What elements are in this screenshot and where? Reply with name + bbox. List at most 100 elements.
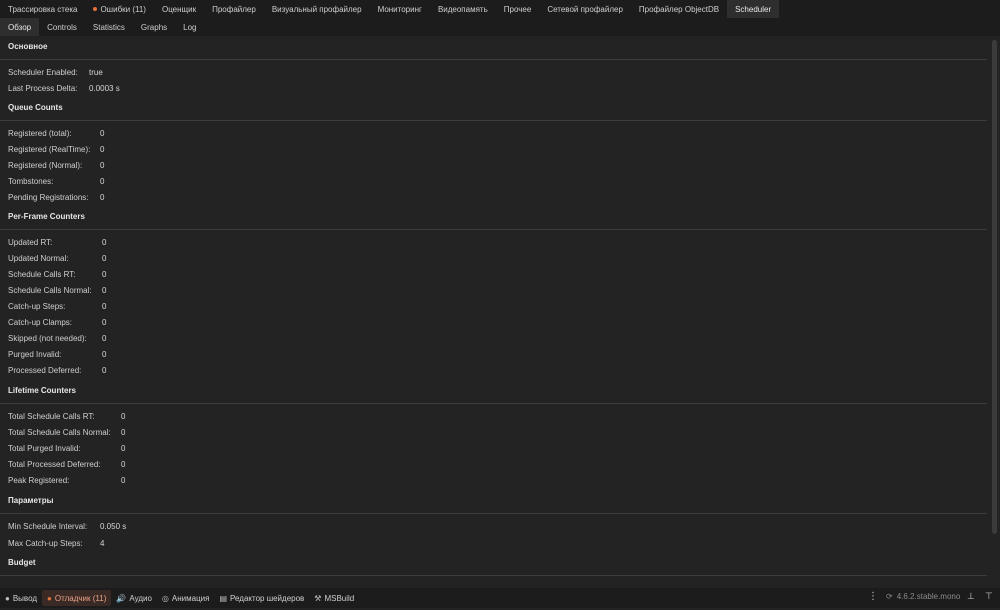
stat-value: 0 <box>102 366 107 375</box>
stat-row: Total Schedule Calls RT: 0 <box>8 412 125 421</box>
stat-label: Scheduler Enabled: <box>8 68 78 77</box>
subtab-statistics[interactable]: Statistics <box>85 18 133 36</box>
bottom-tab-shader-editor[interactable]: ▤ Редактор шейдеров <box>214 590 309 606</box>
tab-stack-trace[interactable]: Трассировка стека <box>0 0 85 18</box>
bottom-tab-msbuild[interactable]: ⚒ MSBuild <box>309 590 359 606</box>
tab-label: Видеопамять <box>437 4 488 14</box>
stat-value: 0 <box>102 302 107 311</box>
subtab-log[interactable]: Log <box>175 18 204 36</box>
stat-row: Total Processed Deferred: 0 <box>8 460 125 469</box>
stat-value: 0 <box>102 334 107 343</box>
bottom-tab-debugger[interactable]: ● Отладчик (11) <box>42 590 112 606</box>
tab-profiler[interactable]: Профайлер <box>204 0 264 18</box>
expand-panel-icon[interactable]: ⊤ <box>985 591 993 602</box>
stat-row: Catch-up Clamps: 0 <box>8 318 106 327</box>
stat-value: 0 <box>121 476 126 485</box>
subtab-graphs[interactable]: Graphs <box>133 18 175 36</box>
tab-network-profiler[interactable]: Сетевой профайлер <box>539 0 631 18</box>
stat-row: Total Schedule Calls Normal: 0 <box>8 428 125 437</box>
overview-panel: Основное Scheduler Enabled: true Last Pro… <box>0 36 989 578</box>
bottom-tab-animation[interactable]: ◎ Анимация <box>157 590 215 606</box>
stat-value: 0 <box>121 460 126 469</box>
stat-value: 4 <box>100 539 105 548</box>
stat-label: Processed Deferred: <box>8 366 82 375</box>
vertical-scrollbar[interactable] <box>989 36 1000 578</box>
stat-value: 0 <box>100 161 105 170</box>
subtab-label: Statistics <box>92 22 125 32</box>
stat-row: Last Process Delta: 0.0003 s <box>8 84 120 93</box>
section-divider <box>0 403 987 404</box>
animation-icon: ◎ <box>161 593 169 603</box>
section-divider <box>0 59 987 60</box>
stat-value: 0 <box>121 428 126 437</box>
stat-label: Total Schedule Calls RT: <box>8 412 95 421</box>
stat-row: Min Schedule Interval: 0.050 s <box>8 522 126 531</box>
tab-errors[interactable]: Ошибки (11) <box>85 0 154 18</box>
stat-label: Total Purged Invalid: <box>8 444 81 453</box>
stat-row: Total Purged Invalid: 0 <box>8 444 125 453</box>
tab-evaluator[interactable]: Оценщик <box>154 0 204 18</box>
stat-row: Updated RT: 0 <box>8 238 106 247</box>
tab-video-ram[interactable]: Видеопамять <box>430 0 496 18</box>
top-tab-bar: Трассировка стека Ошибки (11) Оценщик Пр… <box>0 0 1000 18</box>
stat-label: Total Schedule Calls Normal: <box>8 428 111 437</box>
stat-label: Total Processed Deferred: <box>8 460 101 469</box>
shader-editor-icon: ▤ <box>219 593 228 603</box>
subtab-label: Обзор <box>8 22 32 32</box>
error-dot-icon <box>93 7 98 11</box>
stat-row: Schedule Calls Normal: 0 <box>8 286 106 295</box>
tab-visual-profiler[interactable]: Визуальный профайлер <box>264 0 370 18</box>
stat-row: Registered (total): 0 <box>8 129 104 138</box>
version-label: ⟳ 4.6.2.stable.mono <box>886 592 960 601</box>
tab-label: Профайлер <box>212 4 256 14</box>
stat-label: Catch-up Steps: <box>8 302 66 311</box>
stat-value: 0 <box>102 286 107 295</box>
bottom-tab-label: MSBuild <box>324 593 355 603</box>
bottom-tab-label: Редактор шейдеров <box>230 593 305 603</box>
section-title-basic: Основное <box>8 42 48 51</box>
bottom-tab-output[interactable]: ● Вывод <box>0 590 42 606</box>
tab-objectdb-profiler[interactable]: Профайлер ObjectDB <box>631 0 727 18</box>
stat-row: Catch-up Steps: 0 <box>8 302 106 311</box>
stat-row: Schedule Calls RT: 0 <box>8 270 106 279</box>
stat-row: Processed Deferred: 0 <box>8 366 106 375</box>
stat-value: true <box>89 68 103 77</box>
stat-value: 0 <box>121 412 126 421</box>
tab-misc[interactable]: Прочее <box>496 0 540 18</box>
stat-label: Peak Registered: <box>8 476 70 485</box>
stat-value: 0 <box>102 254 107 263</box>
stat-value: 0 <box>100 145 105 154</box>
stat-row: Registered (Normal): 0 <box>8 161 104 170</box>
stat-value: 0 <box>100 193 105 202</box>
section-divider <box>0 575 987 576</box>
bottom-tab-label: Отладчик (11) <box>54 593 107 603</box>
tab-monitors[interactable]: Мониторинг <box>370 0 430 18</box>
tab-label: Мониторинг <box>377 4 422 14</box>
stat-value: 0.050 s <box>100 522 127 531</box>
section-title-per-frame: Per-Frame Counters <box>8 212 85 221</box>
subtab-label: Log <box>183 22 197 32</box>
tab-scheduler[interactable]: Scheduler <box>727 0 780 18</box>
section-divider <box>0 120 987 121</box>
bottom-tab-label: Анимация <box>171 593 210 603</box>
stat-value: 0 <box>102 238 107 247</box>
stat-label: Last Process Delta: <box>8 84 78 93</box>
tab-label: Профайлер ObjectDB <box>638 4 720 14</box>
stat-value: 0.0003 s <box>89 84 120 93</box>
stat-value: 0 <box>121 444 126 453</box>
audio-icon: 🔊 <box>116 593 127 603</box>
more-options-icon[interactable]: ⋮ <box>868 591 878 602</box>
subtab-controls[interactable]: Controls <box>39 18 85 36</box>
version-text: 4.6.2.stable.mono <box>896 592 961 601</box>
stat-label: Registered (RealTime): <box>8 145 91 154</box>
subtab-label: Controls <box>47 22 77 32</box>
bottom-tab-audio[interactable]: 🔊 Аудио <box>111 590 157 606</box>
bottom-tab-label: Вывод <box>12 593 38 603</box>
pin-icon[interactable]: ⊥ <box>967 591 975 602</box>
stat-row: Max Catch-up Steps: 4 <box>8 539 104 548</box>
scrollbar-thumb[interactable] <box>992 40 997 534</box>
stat-value: 0 <box>102 318 107 327</box>
subtab-overview[interactable]: Обзор <box>0 18 40 36</box>
stat-label: Updated RT: <box>8 238 53 247</box>
tab-label: Прочее <box>503 4 532 14</box>
